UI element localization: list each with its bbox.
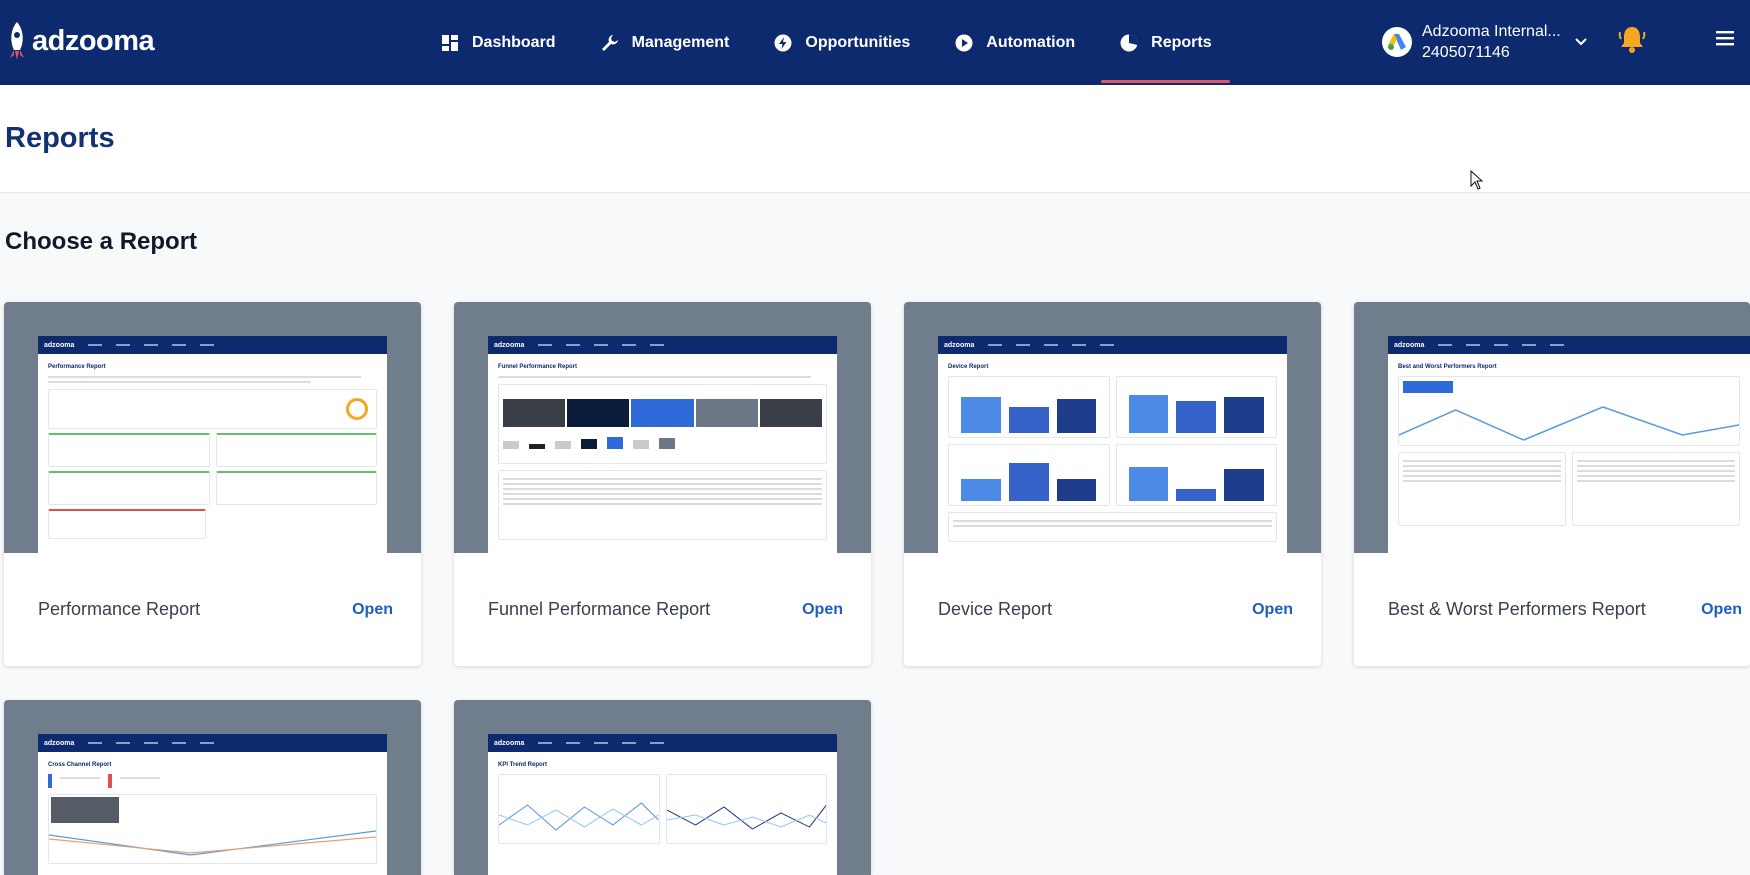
nav-automation[interactable]: Automation	[932, 0, 1097, 85]
google-ads-icon	[1382, 27, 1412, 57]
bell-icon[interactable]	[1618, 24, 1646, 54]
logo-text: adzooma	[32, 24, 155, 57]
report-thumbnail: adzooma Cross Channel Report	[4, 700, 421, 875]
page-header: Reports	[0, 85, 1750, 193]
report-card-best-worst[interactable]: adzooma Best and Worst Performers Report…	[1354, 302, 1750, 666]
nav-label: Opportunities	[805, 33, 911, 51]
nav-management[interactable]: Management	[578, 0, 752, 85]
open-report-button[interactable]: Open	[352, 601, 393, 619]
report-thumbnail: adzooma Performance Report	[4, 302, 421, 553]
section-title: Choose a Report	[5, 228, 198, 255]
account-switcher[interactable]: Adzooma Internal... 2405071146	[1382, 18, 1587, 66]
chevron-down-icon	[1575, 33, 1587, 51]
report-name: Best & Worst Performers Report	[1388, 599, 1646, 619]
play-icon	[954, 33, 974, 53]
top-navbar: adzooma Dashboard Management Opportuniti…	[0, 0, 1750, 85]
nav-label: Automation	[986, 33, 1076, 51]
report-thumbnail: adzooma KPI Trend Report	[454, 700, 871, 875]
main-nav: Dashboard Management Opportunities Autom…	[418, 0, 1234, 85]
bolt-icon	[773, 33, 793, 53]
report-name: Funnel Performance Report	[488, 599, 711, 619]
report-card-device[interactable]: adzooma Device Report Device Report Open	[904, 302, 1321, 666]
report-thumbnail: adzooma Best and Worst Performers Report	[1354, 302, 1750, 553]
wrench-icon	[600, 33, 620, 53]
mouse-cursor-icon	[1470, 169, 1484, 195]
report-name: Performance Report	[38, 599, 201, 619]
adzooma-logo[interactable]: adzooma	[4, 18, 155, 64]
report-name: Device Report	[938, 599, 1053, 619]
nav-label: Reports	[1151, 33, 1212, 51]
report-thumbnail: adzooma Funnel Performance Report	[454, 302, 871, 553]
report-card-kpi-trend[interactable]: adzooma KPI Trend Report	[454, 700, 871, 875]
rocket-icon	[10, 22, 24, 60]
report-card-funnel[interactable]: adzooma Funnel Performance Report Funnel…	[454, 302, 871, 666]
report-card-performance[interactable]: adzooma Performance Report Performance R…	[4, 302, 421, 666]
nav-dashboard[interactable]: Dashboard	[418, 0, 578, 85]
account-id: 2405071146	[1422, 44, 1510, 61]
grid-icon	[440, 33, 460, 53]
open-report-button[interactable]: Open	[802, 601, 843, 619]
open-report-button[interactable]: Open	[1701, 601, 1742, 619]
page-title: Reports	[5, 122, 115, 154]
nav-reports[interactable]: Reports	[1097, 0, 1233, 85]
nav-opportunities[interactable]: Opportunities	[751, 0, 932, 85]
account-name: Adzooma Internal...	[1422, 23, 1561, 40]
report-card-cross-channel[interactable]: adzooma Cross Channel Report	[4, 700, 421, 875]
open-report-button[interactable]: Open	[1252, 601, 1293, 619]
report-thumbnail: adzooma Device Report	[904, 302, 1321, 553]
pie-icon	[1119, 33, 1139, 53]
hamburger-menu-icon[interactable]	[1714, 28, 1736, 50]
nav-label: Management	[631, 33, 730, 51]
nav-label: Dashboard	[472, 33, 556, 51]
